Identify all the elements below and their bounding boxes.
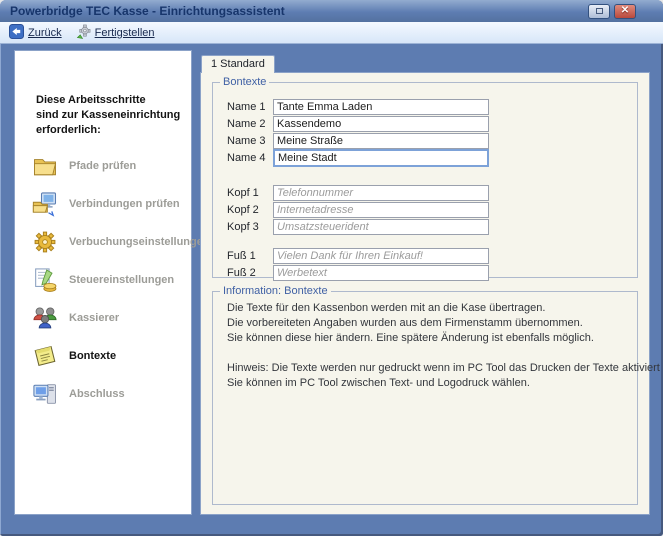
folder-icon (31, 152, 59, 180)
sidebar-item-verbuchungseinstellungen[interactable]: Verbuchungseinstellungen (15, 227, 191, 257)
name-4-label: Name 4 (227, 152, 273, 164)
sidebar-item-label: Pfade prüfen (69, 160, 136, 172)
field-row: Name 3 (227, 133, 637, 149)
fuss-1-label: Fuß 1 (227, 250, 273, 262)
finish-gear-icon (76, 24, 91, 42)
field-row: Kopf 2 (227, 202, 637, 218)
fuss-1-input[interactable] (273, 248, 489, 264)
field-row: Fuß 2 (227, 265, 637, 281)
gear-icon (31, 228, 59, 256)
sidebar-item-label: Abschluss (69, 388, 125, 400)
name-3-input[interactable] (273, 133, 489, 149)
back-button-label: Zurück (28, 27, 62, 39)
sidebar-item-label: Kassierer (69, 312, 119, 324)
titlebar[interactable]: Powerbridge TEC Kasse - Einrichtungsassi… (0, 0, 663, 22)
wizard-window: Powerbridge TEC Kasse - Einrichtungsassi… (0, 0, 663, 536)
content-panel: Bontexte Name 1 Name 2 Name 3 Name 4 (200, 72, 650, 515)
note-icon (31, 342, 59, 370)
sidebar-item-pfade-pruefen[interactable]: Pfade prüfen (15, 151, 191, 181)
sidebar-item-label: Verbuchungseinstellungen (69, 236, 210, 248)
sidebar-item-label: Verbindungen prüfen (69, 198, 180, 210)
computer-disk-icon (31, 380, 59, 408)
toolbar: Zurück Fertigstellen (0, 22, 663, 44)
sidebar-item-verbindungen-pruefen[interactable]: Verbindungen prüfen (15, 189, 191, 219)
steps-list: Pfade prüfen Verbi (15, 151, 191, 409)
kopf-3-input[interactable] (273, 219, 489, 235)
field-row: Fuß 1 (227, 248, 637, 264)
field-row: Kopf 1 (227, 185, 637, 201)
back-button[interactable]: Zurück (9, 24, 62, 42)
steps-heading: Diese Arbeitsschritte sind zur Kassenein… (36, 93, 191, 138)
info-text-line: Sie können diese hier ändern. Eine späte… (227, 331, 637, 346)
finish-button-label: Fertigstellen (95, 27, 155, 39)
name-1-label: Name 1 (227, 101, 273, 113)
info-text-line (227, 346, 637, 361)
wizard-body: Diese Arbeitsschritte sind zur Kassenein… (0, 44, 663, 536)
bontexte-groupbox: Bontexte Name 1 Name 2 Name 3 Name 4 (212, 82, 638, 278)
groupbox-title: Bontexte (220, 76, 269, 88)
info-text-line: Die Texte für den Kassenbon werden mit a… (227, 301, 637, 316)
people-icon (31, 304, 59, 332)
steps-sidebar: Diese Arbeitsschritte sind zur Kassenein… (14, 50, 192, 515)
tax-document-icon (31, 266, 59, 294)
field-row: Name 2 (227, 116, 637, 132)
information-groupbox-title: Information: Bontexte (220, 285, 331, 297)
maximize-button[interactable] (588, 4, 610, 19)
sidebar-item-label: Bontexte (69, 350, 116, 362)
field-row: Name 1 (227, 99, 637, 115)
name-3-label: Name 3 (227, 135, 273, 147)
sidebar-item-kassierer[interactable]: Kassierer (15, 303, 191, 333)
kopf-3-label: Kopf 3 (227, 221, 273, 233)
close-button[interactable]: ✕ (614, 4, 636, 19)
name-2-input[interactable] (273, 116, 489, 132)
arrow-left-icon (9, 24, 24, 42)
field-row: Name 4 (227, 150, 637, 166)
sidebar-item-steuereinstellungen[interactable]: Steuereinstellungen (15, 265, 191, 295)
network-check-icon (31, 190, 59, 218)
info-text-line: Die vorbereiteten Angaben wurden aus dem… (227, 316, 637, 331)
kopf-2-input[interactable] (273, 202, 489, 218)
kopf-1-label: Kopf 1 (227, 187, 273, 199)
fuss-2-label: Fuß 2 (227, 267, 273, 279)
sidebar-item-abschluss[interactable]: Abschluss (15, 379, 191, 409)
kopf-2-label: Kopf 2 (227, 204, 273, 216)
name-1-input[interactable] (273, 99, 489, 115)
window-title: Powerbridge TEC Kasse - Einrichtungsassi… (10, 4, 588, 18)
finish-button[interactable]: Fertigstellen (76, 24, 155, 42)
tab-standard[interactable]: 1 Standard (201, 55, 275, 73)
info-text-line: Hinweis: Die Texte werden nur gedruckt w… (227, 361, 637, 376)
window-controls: ✕ (588, 4, 636, 19)
maximize-icon (596, 8, 603, 14)
sidebar-item-label: Steuereinstellungen (69, 274, 174, 286)
kopf-1-input[interactable] (273, 185, 489, 201)
info-text-line: Sie können im PC Tool zwischen Text- und… (227, 376, 637, 391)
name-2-label: Name 2 (227, 118, 273, 130)
fuss-2-input[interactable] (273, 265, 489, 281)
sidebar-item-bontexte[interactable]: Bontexte (15, 341, 191, 371)
close-icon: ✕ (621, 6, 629, 16)
information-groupbox: Information: Bontexte Die Texte für den … (212, 291, 638, 505)
name-4-input[interactable] (273, 149, 489, 167)
field-row: Kopf 3 (227, 219, 637, 235)
